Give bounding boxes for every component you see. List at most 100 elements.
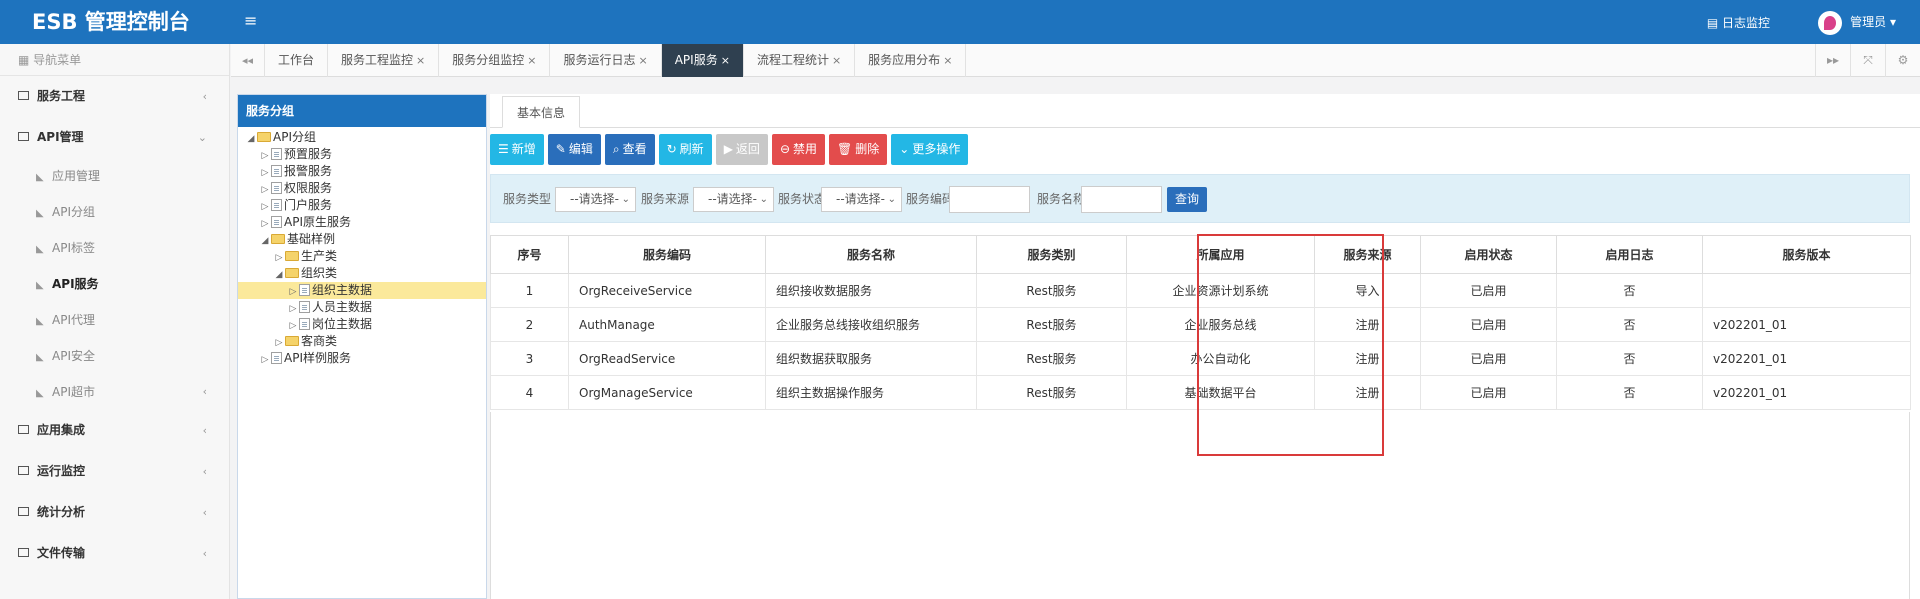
chevron-left-icon: ‹ [202, 90, 207, 103]
delete-button[interactable]: 🗑 删除 [829, 134, 888, 165]
tree-node[interactable]: ▷ 人员主数据 [238, 299, 486, 316]
chevron-down-icon: ⌄ [621, 194, 630, 205]
sidebar-item-run-monitor[interactable]: 运行监控 ‹ [0, 451, 229, 492]
nav-title: 导航菜单 [33, 53, 82, 67]
sidebar-subitem-api-proxy[interactable]: ◣ API代理 [0, 302, 229, 338]
log-monitor-link[interactable]: ▤ 日志监控 [1707, 14, 1770, 31]
chevron-left-icon: ‹ [202, 385, 207, 398]
tree-node[interactable]: ▷ 生产类 [238, 248, 486, 265]
tab-service-app-distribution[interactable]: 服务应用分布 × [855, 44, 967, 77]
close-icon[interactable]: × [943, 54, 952, 67]
sidebar-subitem-api-market[interactable]: ◣ API超市 ‹ [0, 374, 229, 410]
folder-icon [18, 548, 29, 557]
tree-node-selected[interactable]: ▷ 组织主数据 [238, 282, 486, 299]
tree-node-label: 客商类 [301, 334, 338, 348]
monitor-icon: ▤ [1706, 16, 1722, 30]
header-enable-log[interactable]: 启用日志 [1556, 235, 1703, 274]
cell-service-name: 组织主数据操作服务 [765, 375, 977, 410]
tab-label: 服务分组监控 [452, 53, 525, 67]
sidebar-item-api-management[interactable]: API管理 ⌄ [0, 117, 229, 158]
gear-icon[interactable]: ⚙ [1885, 44, 1920, 77]
tree-node[interactable]: ▷ 岗位主数据 [238, 316, 486, 333]
close-icon[interactable]: × [832, 54, 841, 67]
fullscreen-icon[interactable]: ⤧ [1850, 44, 1885, 77]
service-type-select[interactable]: --请选择- ⌄ [555, 187, 636, 212]
tree-node-label: API原生服务 [284, 215, 351, 229]
header-service-name[interactable]: 服务名称 [765, 235, 977, 274]
file-icon [271, 199, 282, 211]
tree-node[interactable]: ◢ API分组 [238, 129, 486, 146]
cell-service-version: v202201_01 [1702, 307, 1911, 342]
sidebar-item-file-transfer[interactable]: 文件传输 ‹ [0, 533, 229, 574]
tree-node[interactable]: ▷ 报警服务 [238, 163, 486, 180]
close-icon[interactable]: × [639, 54, 648, 67]
sidebar-subitem-app-management[interactable]: ◣ 应用管理 [0, 158, 229, 194]
tree-node[interactable]: ◢ 基础样例 [238, 231, 486, 248]
menu-toggle-icon[interactable]: ≡ [244, 11, 257, 30]
app-brand: ESB 管理控制台 [32, 10, 190, 34]
query-button[interactable]: 查询 [1167, 187, 1208, 212]
folder-open-icon [285, 268, 299, 278]
tab-service-project-monitor[interactable]: 服务工程监控 × [328, 44, 440, 77]
edit-button[interactable]: ✎ 编辑 [547, 134, 601, 165]
header-service-category[interactable]: 服务类别 [976, 235, 1127, 274]
edit-icon: ✎ [555, 142, 566, 156]
sidebar-item-statistics[interactable]: 统计分析 ‹ [0, 492, 229, 533]
tree-node[interactable]: ▷ 权限服务 [238, 180, 486, 197]
header-service-version[interactable]: 服务版本 [1702, 235, 1911, 274]
sidebar-item-service-project[interactable]: 服务工程 ‹ [0, 76, 229, 117]
more-actions-button[interactable]: ⌄ 更多操作 [891, 134, 969, 165]
add-button[interactable]: ☰ 新增 [490, 134, 544, 165]
tree-node[interactable]: ▷ 客商类 [238, 333, 486, 350]
tab-workbench[interactable]: 工作台 [265, 44, 329, 77]
header-enable-status[interactable]: 启用状态 [1420, 235, 1557, 274]
tree-node-label: API分组 [273, 130, 316, 144]
sidebar-subitem-api-service[interactable]: ◣ API服务 [0, 266, 229, 302]
return-button[interactable]: ▶ 返回 [715, 134, 768, 165]
view-button[interactable]: ⌕ 查看 [604, 134, 655, 165]
chevron-down-icon: ⌄ [759, 194, 768, 205]
play-icon: ▶ [723, 142, 733, 156]
tabs-next-button[interactable]: ▸▸ [1815, 44, 1850, 77]
header-index[interactable]: 序号 [490, 235, 569, 274]
sidebar-subitem-api-tag[interactable]: ◣ API标签 [0, 230, 229, 266]
tree-node[interactable]: ▷ API原生服务 [238, 214, 486, 231]
sidebar-subitem-api-security[interactable]: ◣ API安全 [0, 338, 229, 374]
tab-flow-project-stats[interactable]: 流程工程统计 × [744, 44, 856, 77]
collapsed-icon[interactable]: ▷ [260, 352, 270, 369]
user-name: 管理员 [1850, 15, 1887, 29]
action-toolbar: ☰ 新增 ✎ 编辑 ⌕ 查看 ↻ 刷新 ▶ 返回 ⊖ 禁用 🗑 删除 ⌄ 更多操作 [490, 134, 972, 166]
folder-icon [18, 425, 29, 434]
tree-node[interactable]: ◢ 组织类 [238, 265, 486, 282]
cell-service-category: Rest服务 [976, 341, 1127, 376]
select-value: --请选择- [570, 192, 619, 206]
service-status-select[interactable]: --请选择- ⌄ [821, 187, 902, 212]
tab-basic-info[interactable]: 基本信息 [502, 96, 581, 128]
close-icon[interactable]: × [416, 54, 425, 67]
tab-service-group-monitor[interactable]: 服务分组监控 × [439, 44, 551, 77]
cell-service-version: v202201_01 [1702, 341, 1911, 376]
user-menu[interactable]: 管理员 ▾ [1818, 9, 1896, 35]
tree-node[interactable]: ▷ 预置服务 [238, 146, 486, 163]
cell-service-category: Rest服务 [976, 273, 1127, 308]
tree-node[interactable]: ▷ 门户服务 [238, 197, 486, 214]
close-icon[interactable]: × [721, 54, 730, 67]
subitem-label: API标签 [52, 241, 95, 255]
tabs-prev-button[interactable]: ◂◂ [231, 44, 265, 77]
header-service-code[interactable]: 服务编码 [568, 235, 766, 274]
folder-open-icon [257, 132, 271, 142]
close-icon[interactable]: × [527, 54, 536, 67]
file-icon [299, 284, 310, 296]
refresh-icon: ↻ [666, 142, 677, 156]
service-source-select[interactable]: --请选择- ⌄ [693, 187, 774, 212]
refresh-button[interactable]: ↻ 刷新 [658, 134, 712, 165]
sidebar-item-app-integration[interactable]: 应用集成 ‹ [0, 410, 229, 451]
tab-api-service[interactable]: API服务 × [661, 44, 744, 77]
service-code-input[interactable] [949, 186, 1030, 213]
list-icon: ☰ [498, 142, 509, 156]
tab-service-run-log[interactable]: 服务运行日志 × [550, 44, 662, 77]
disable-button[interactable]: ⊖ 禁用 [771, 134, 826, 165]
service-name-input[interactable] [1081, 186, 1162, 213]
sidebar-subitem-api-group[interactable]: ◣ API分组 [0, 194, 229, 230]
tree-node[interactable]: ▷ API样例服务 [238, 350, 486, 367]
